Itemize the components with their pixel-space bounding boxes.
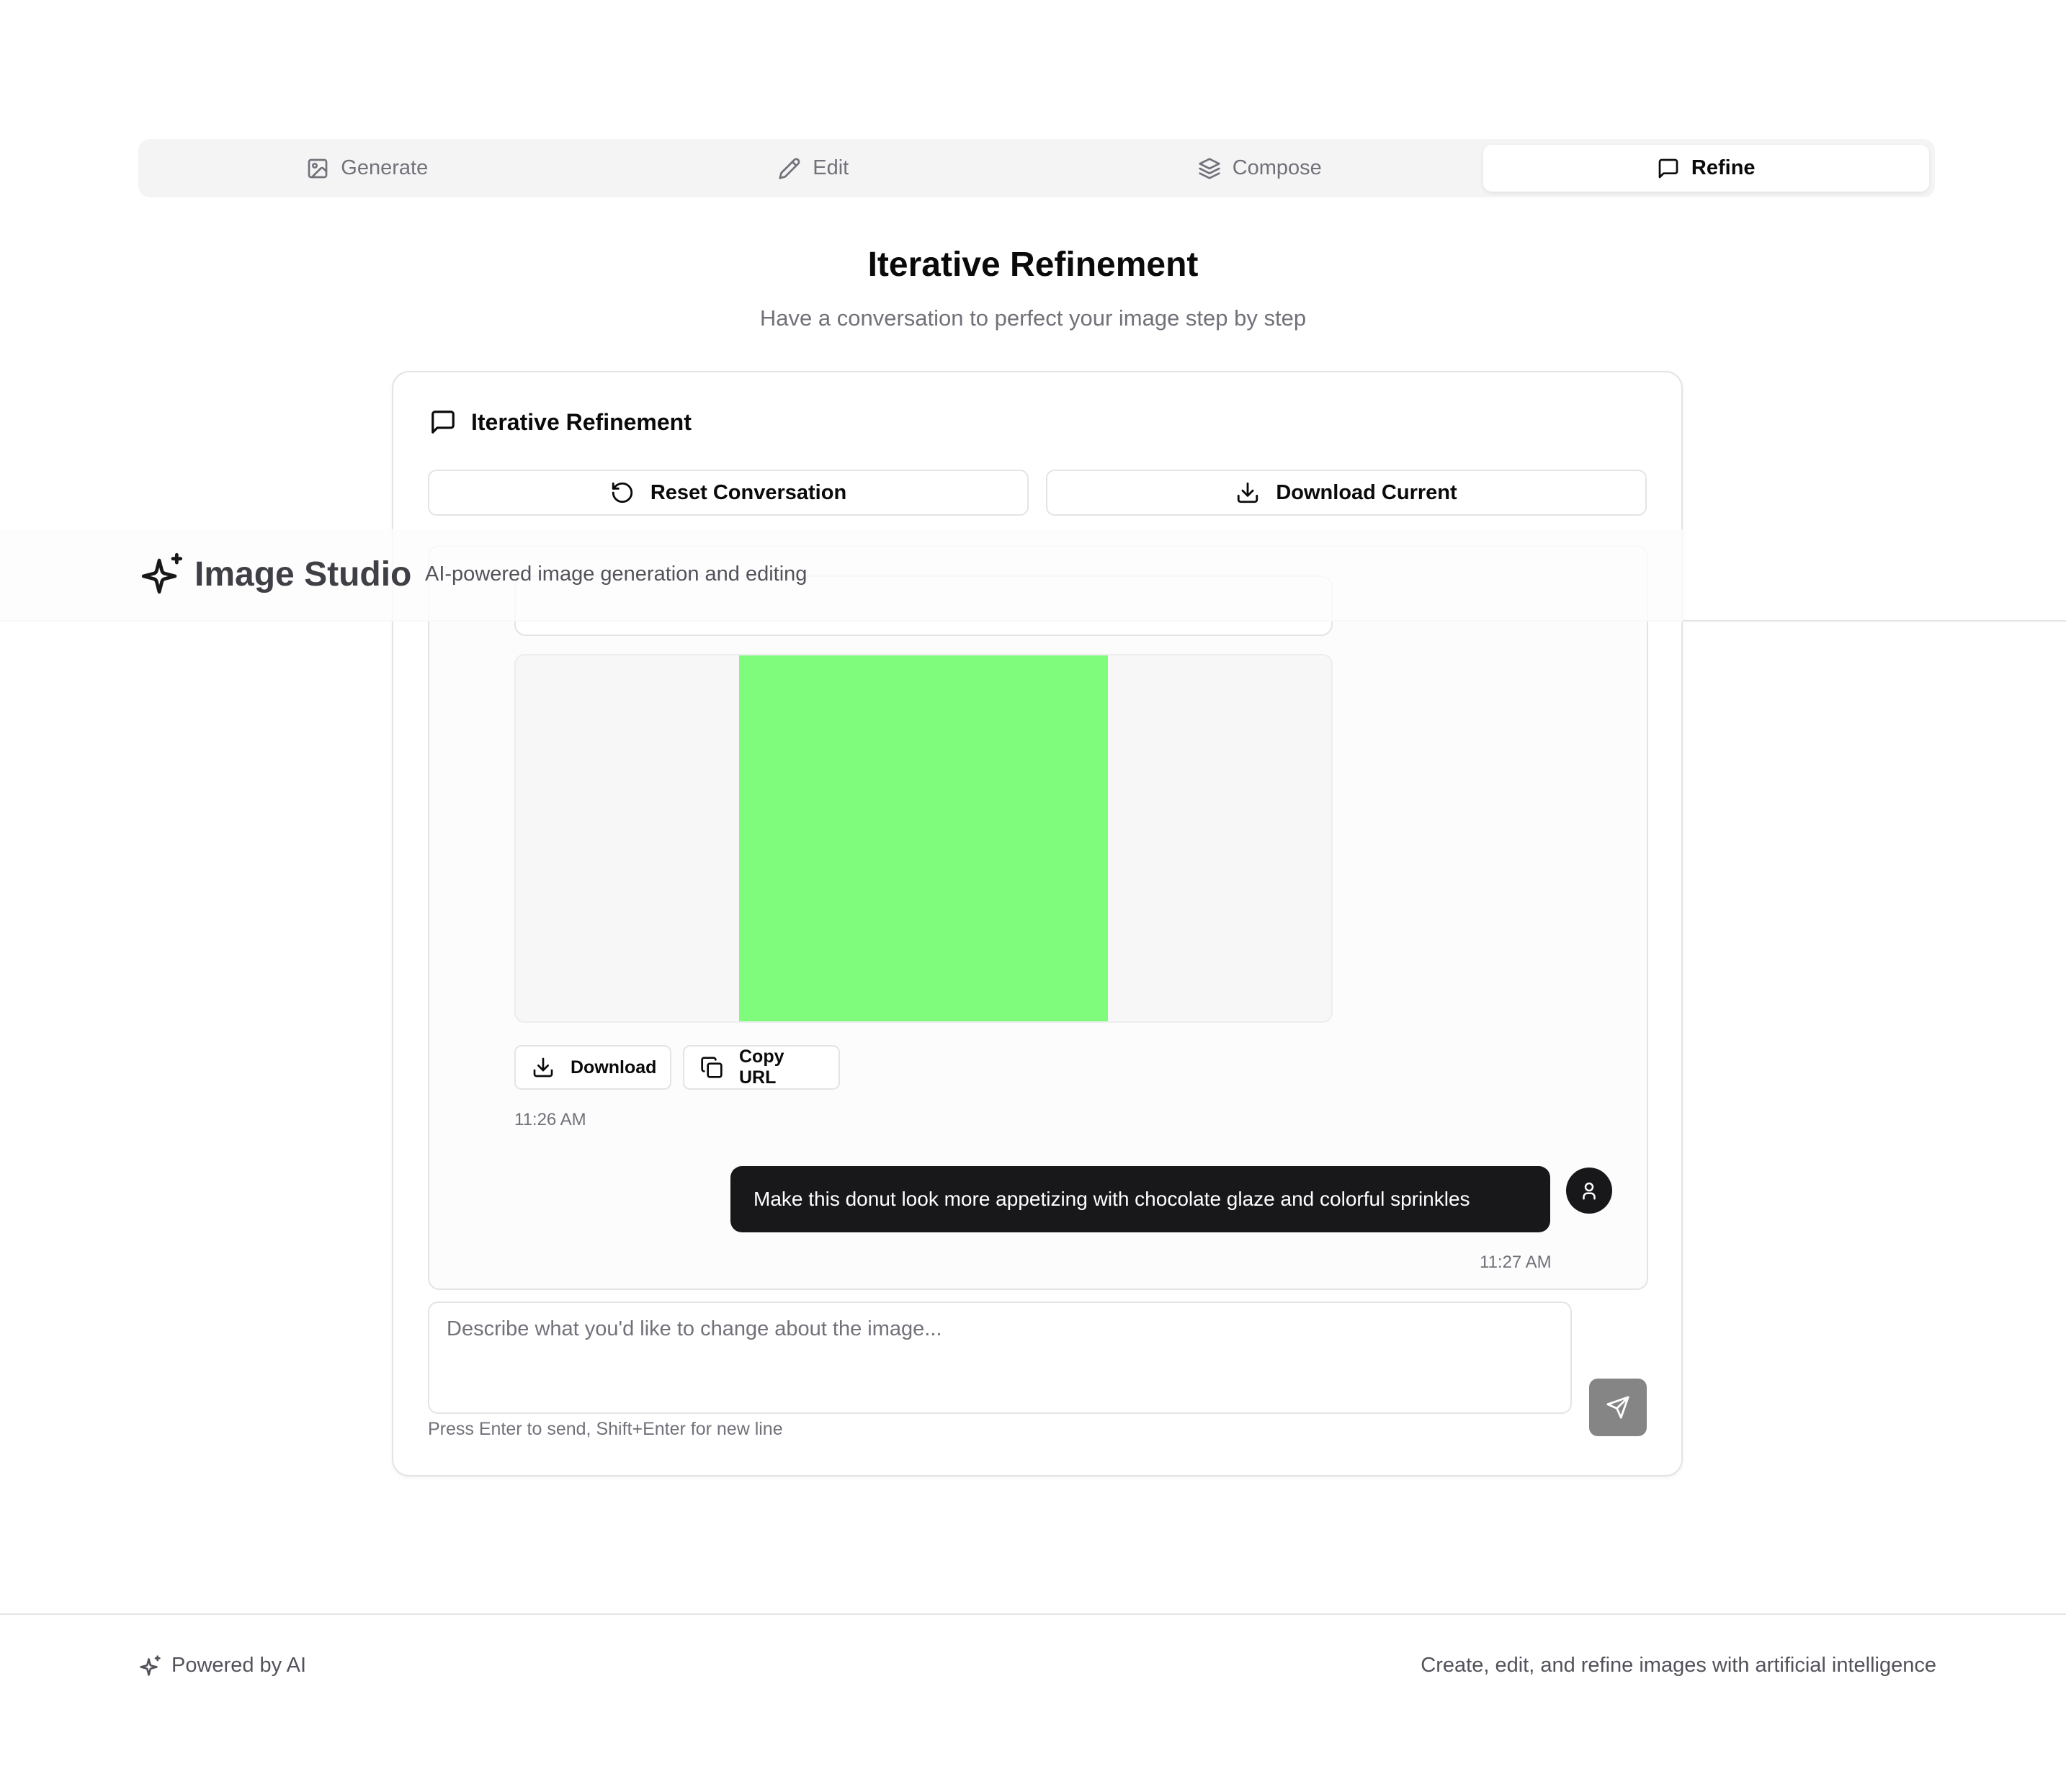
footer-divider [0,1613,2066,1615]
reset-label: Reset Conversation [650,480,847,504]
mode-tabs: Generate Edit Compose Refine [138,139,1935,197]
card-title: Iterative Refinement [429,408,692,436]
tab-label: Compose [1232,156,1322,179]
user-avatar [1566,1168,1612,1214]
copy-url-button[interactable]: Copy URL [683,1045,840,1090]
download-current-label: Download Current [1276,480,1457,504]
sparkles-icon [138,551,184,597]
tab-label: Refine [1691,156,1756,179]
user-timestamp: 11:27 AM [1480,1253,1552,1272]
tab-label: Generate [341,156,429,179]
copy-icon [700,1056,723,1079]
download-label: Download [571,1057,657,1078]
generated-image[interactable] [739,655,1108,1021]
brand-tagline: AI-powered image generation and editing [425,563,808,586]
assistant-timestamp: 11:26 AM [514,1110,586,1129]
app-header: Image Studio AI-powered image generation… [0,529,2066,622]
user-message-text: Make this donut look more appetizing wit… [753,1188,1470,1210]
card-title-text: Iterative Refinement [471,408,692,435]
rotate-ccw-icon [610,480,635,505]
copy-url-label: Copy URL [739,1047,784,1088]
user-message-bubble: Make this donut look more appetizing wit… [730,1166,1550,1232]
footer-description: Create, edit, and refine images with art… [1421,1654,1936,1677]
pencil-icon [778,157,801,180]
layers-icon [1198,157,1221,180]
reset-conversation-button[interactable]: Reset Conversation [428,470,1029,516]
send-icon [1606,1395,1630,1420]
send-button[interactable] [1589,1379,1647,1436]
tab-edit[interactable]: Edit [591,145,1037,192]
image-icon [306,157,329,180]
user-icon [1578,1180,1600,1201]
download-current-button[interactable]: Download Current [1046,470,1647,516]
download-icon [532,1056,555,1079]
message-square-icon [429,408,457,436]
page-subtitle: Have a conversation to perfect your imag… [759,305,1307,331]
footer-left-text: Powered by AI [171,1654,306,1677]
tab-label: Edit [813,156,849,179]
refine-prompt-input[interactable] [428,1302,1572,1414]
input-hint: Press Enter to send, Shift+Enter for new… [428,1419,783,1439]
tab-generate[interactable]: Generate [144,145,591,192]
message-square-icon [1657,157,1680,180]
brand-name: Image Studio [194,555,412,593]
brand[interactable]: Image Studio [138,551,411,597]
page-title: Iterative Refinement [867,246,1199,284]
download-icon [1235,480,1260,505]
generated-image-frame [514,654,1333,1023]
footer-powered-by: Powered by AI [138,1654,306,1677]
sparkles-icon [138,1654,161,1677]
download-image-button[interactable]: Download [514,1045,671,1090]
tab-refine[interactable]: Refine [1483,145,1929,192]
tab-compose[interactable]: Compose [1037,145,1483,192]
conversation-panel[interactable]: Download Copy URL 11:26 AM Make this don… [428,545,1648,1290]
